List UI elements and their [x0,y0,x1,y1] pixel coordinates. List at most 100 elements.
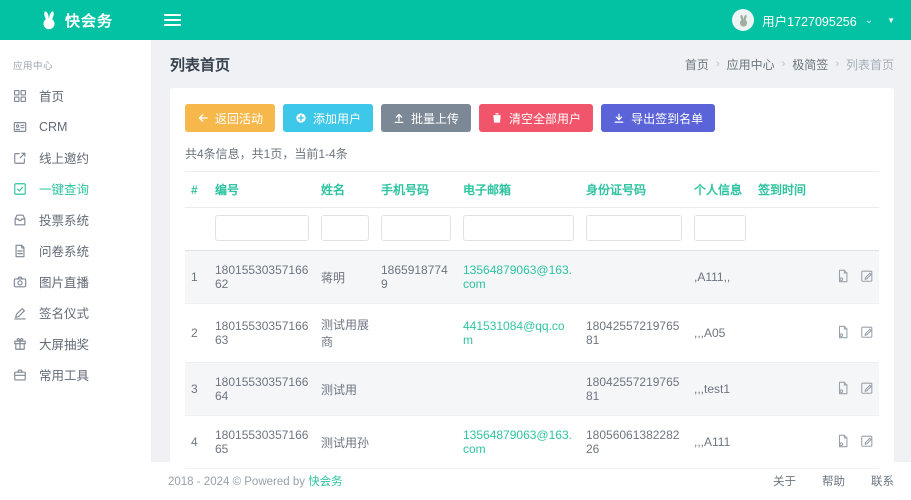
sidebar-item-online-invite[interactable]: 线上邀约 [0,142,151,173]
cell-actions [820,416,879,469]
edit-icon[interactable] [860,381,874,395]
back-to-activity-button[interactable]: 返回活动 [185,104,275,132]
idcard-icon [13,120,27,134]
breadcrumb-item[interactable]: 应用中心 [727,56,775,73]
filter-email-input[interactable] [463,215,574,241]
sidebar-item-survey-system[interactable]: 问卷系统 [0,235,151,266]
footer-brand-link[interactable]: 快会务 [308,476,343,488]
sidebar: 应用中心 首页CRM线上邀约一键查询投票系统问卷系统图片直播签名仪式大屏抽奖常用… [0,40,152,462]
view-file-icon[interactable] [836,434,850,448]
cell-email [457,363,580,416]
cell-phone [375,304,457,363]
cell-name: 测试用孙 [315,416,375,469]
cell-name: 测试用 [315,363,375,416]
sidebar-item-sign-ceremony[interactable]: 签名仪式 [0,297,151,328]
breadcrumb-item[interactable]: 首页 [685,56,709,73]
column-header: 电子邮箱 [457,172,580,208]
cell-info: ,,,A05 [688,304,752,363]
cell-phone: 18659187749 [375,251,457,304]
breadcrumb-separator: › [828,58,846,70]
table-row: 21801553035716663测试用展商441531084@qq.com18… [185,304,879,363]
cell-code: 1801553035716662 [209,251,315,304]
toolbar: 返回活动 添加用户批量上传 清空全部用户 导出签到名单 [185,104,879,132]
content-card: 返回活动添加用户批量上传清空全部用户导出签到名单 共4条信息，共1页，当前1-4… [170,88,894,487]
footer-link[interactable]: 帮助 [822,473,845,489]
brand-logo[interactable]: 快会务 [0,10,152,31]
breadcrumb: 首页›应用中心›极简签›列表首页 [685,56,894,73]
sidebar-item-vote-system[interactable]: 投票系统 [0,204,151,235]
chevron-down-icon: ⌄ [865,15,873,26]
cell-idcard: 1804255721976581 [580,363,688,416]
filter-name-input[interactable] [321,215,369,241]
sidebar-item-quick-query[interactable]: 一键查询 [0,173,151,204]
check-square-icon [13,182,27,196]
copyright: 2018 - 2024 © Powered by 快会务 [168,473,343,489]
sidebar-item-home[interactable]: 首页 [0,80,151,111]
cell-checkin [752,363,820,416]
filter-info-input[interactable] [694,215,746,241]
footer-link[interactable]: 联系 [871,473,894,489]
view-file-icon[interactable] [836,381,850,395]
filter-idcard-input[interactable] [586,215,682,241]
breadcrumb-item: 列表首页 [846,56,894,73]
grid-icon [13,89,27,103]
breadcrumb-item[interactable]: 极简签 [792,56,828,73]
export-checkin-list-button[interactable]: 导出签到名单 [601,104,715,132]
email-link[interactable]: 13564879063@163.com [463,263,572,291]
email-link[interactable]: 441531084@qq.com [463,319,565,347]
sidebar-item-label: 问卷系统 [39,241,89,260]
cell-checkin [752,251,820,304]
avatar-rabbit-icon [737,14,750,27]
cell-info: ,,,test1 [688,363,752,416]
sidebar-section-label: 应用中心 [0,52,151,80]
email-link[interactable]: 13564879063@163.com [463,428,572,456]
column-header: 手机号码 [375,172,457,208]
sidebar-item-label: 一键查询 [39,179,89,198]
sidebar-nav: 首页CRM线上邀约一键查询投票系统问卷系统图片直播签名仪式大屏抽奖常用工具 [0,80,151,390]
cell-name: 测试用展商 [315,304,375,363]
sidebar-item-crm[interactable]: CRM [0,111,151,142]
cell-info: ,A111,, [688,251,752,304]
edit-icon[interactable] [860,269,874,283]
sidebar-item-photo-live[interactable]: 图片直播 [0,266,151,297]
cell-code: 1801553035716663 [209,304,315,363]
cell-index: 4 [185,416,209,469]
cell-code: 1801553035716664 [209,363,315,416]
sidebar-item-screen-lottery[interactable]: 大屏抽奖 [0,328,151,359]
cell-name: 蒋明 [315,251,375,304]
table-row: 41801553035716665测试用孙 13564879063@163.com… [185,416,879,469]
filter-code-input[interactable] [215,215,309,241]
cell-code: 1801553035716665 [209,416,315,469]
sidebar-item-label: 签名仪式 [39,303,89,322]
edit-icon[interactable] [860,325,874,339]
sidebar-item-label: 投票系统 [39,210,89,229]
add-user-button[interactable]: 添加用户 [283,104,373,132]
arrow-left-icon [197,112,209,124]
cell-checkin [752,416,820,469]
menu-toggle-icon[interactable] [158,5,192,35]
caret-down-icon[interactable]: ▼ [887,16,895,25]
view-file-icon[interactable] [836,269,850,283]
view-file-icon[interactable] [836,325,850,339]
download-icon [613,112,625,124]
sidebar-item-label: 常用工具 [39,365,89,384]
column-header: 身份证号码 [580,172,688,208]
button-label: 返回活动 [215,110,263,127]
clear-all-users-button[interactable]: 清空全部用户 [479,104,593,132]
cell-index: 3 [185,363,209,416]
cell-index: 1 [185,251,209,304]
user-menu[interactable]: 用户1727095256 ⌄ ▼ [732,9,911,31]
invite-icon [13,151,27,165]
doc-icon [13,244,27,258]
edit-icon[interactable] [860,434,874,448]
cell-idcard [580,251,688,304]
main-content: 列表首页 首页›应用中心›极简签›列表首页 返回活动添加用户批量上传清空全部用户… [152,40,911,462]
footer-links: 关于 帮助 联系 [773,473,894,489]
sidebar-item-common-tools[interactable]: 常用工具 [0,359,151,390]
batch-upload-button[interactable]: 批量上传 [381,104,471,132]
footer-link[interactable]: 关于 [773,473,796,489]
button-label: 清空全部用户 [509,110,581,127]
cell-actions [820,363,879,416]
filter-phone-input[interactable] [381,215,451,241]
cell-idcard: 1805606138228226 [580,416,688,469]
